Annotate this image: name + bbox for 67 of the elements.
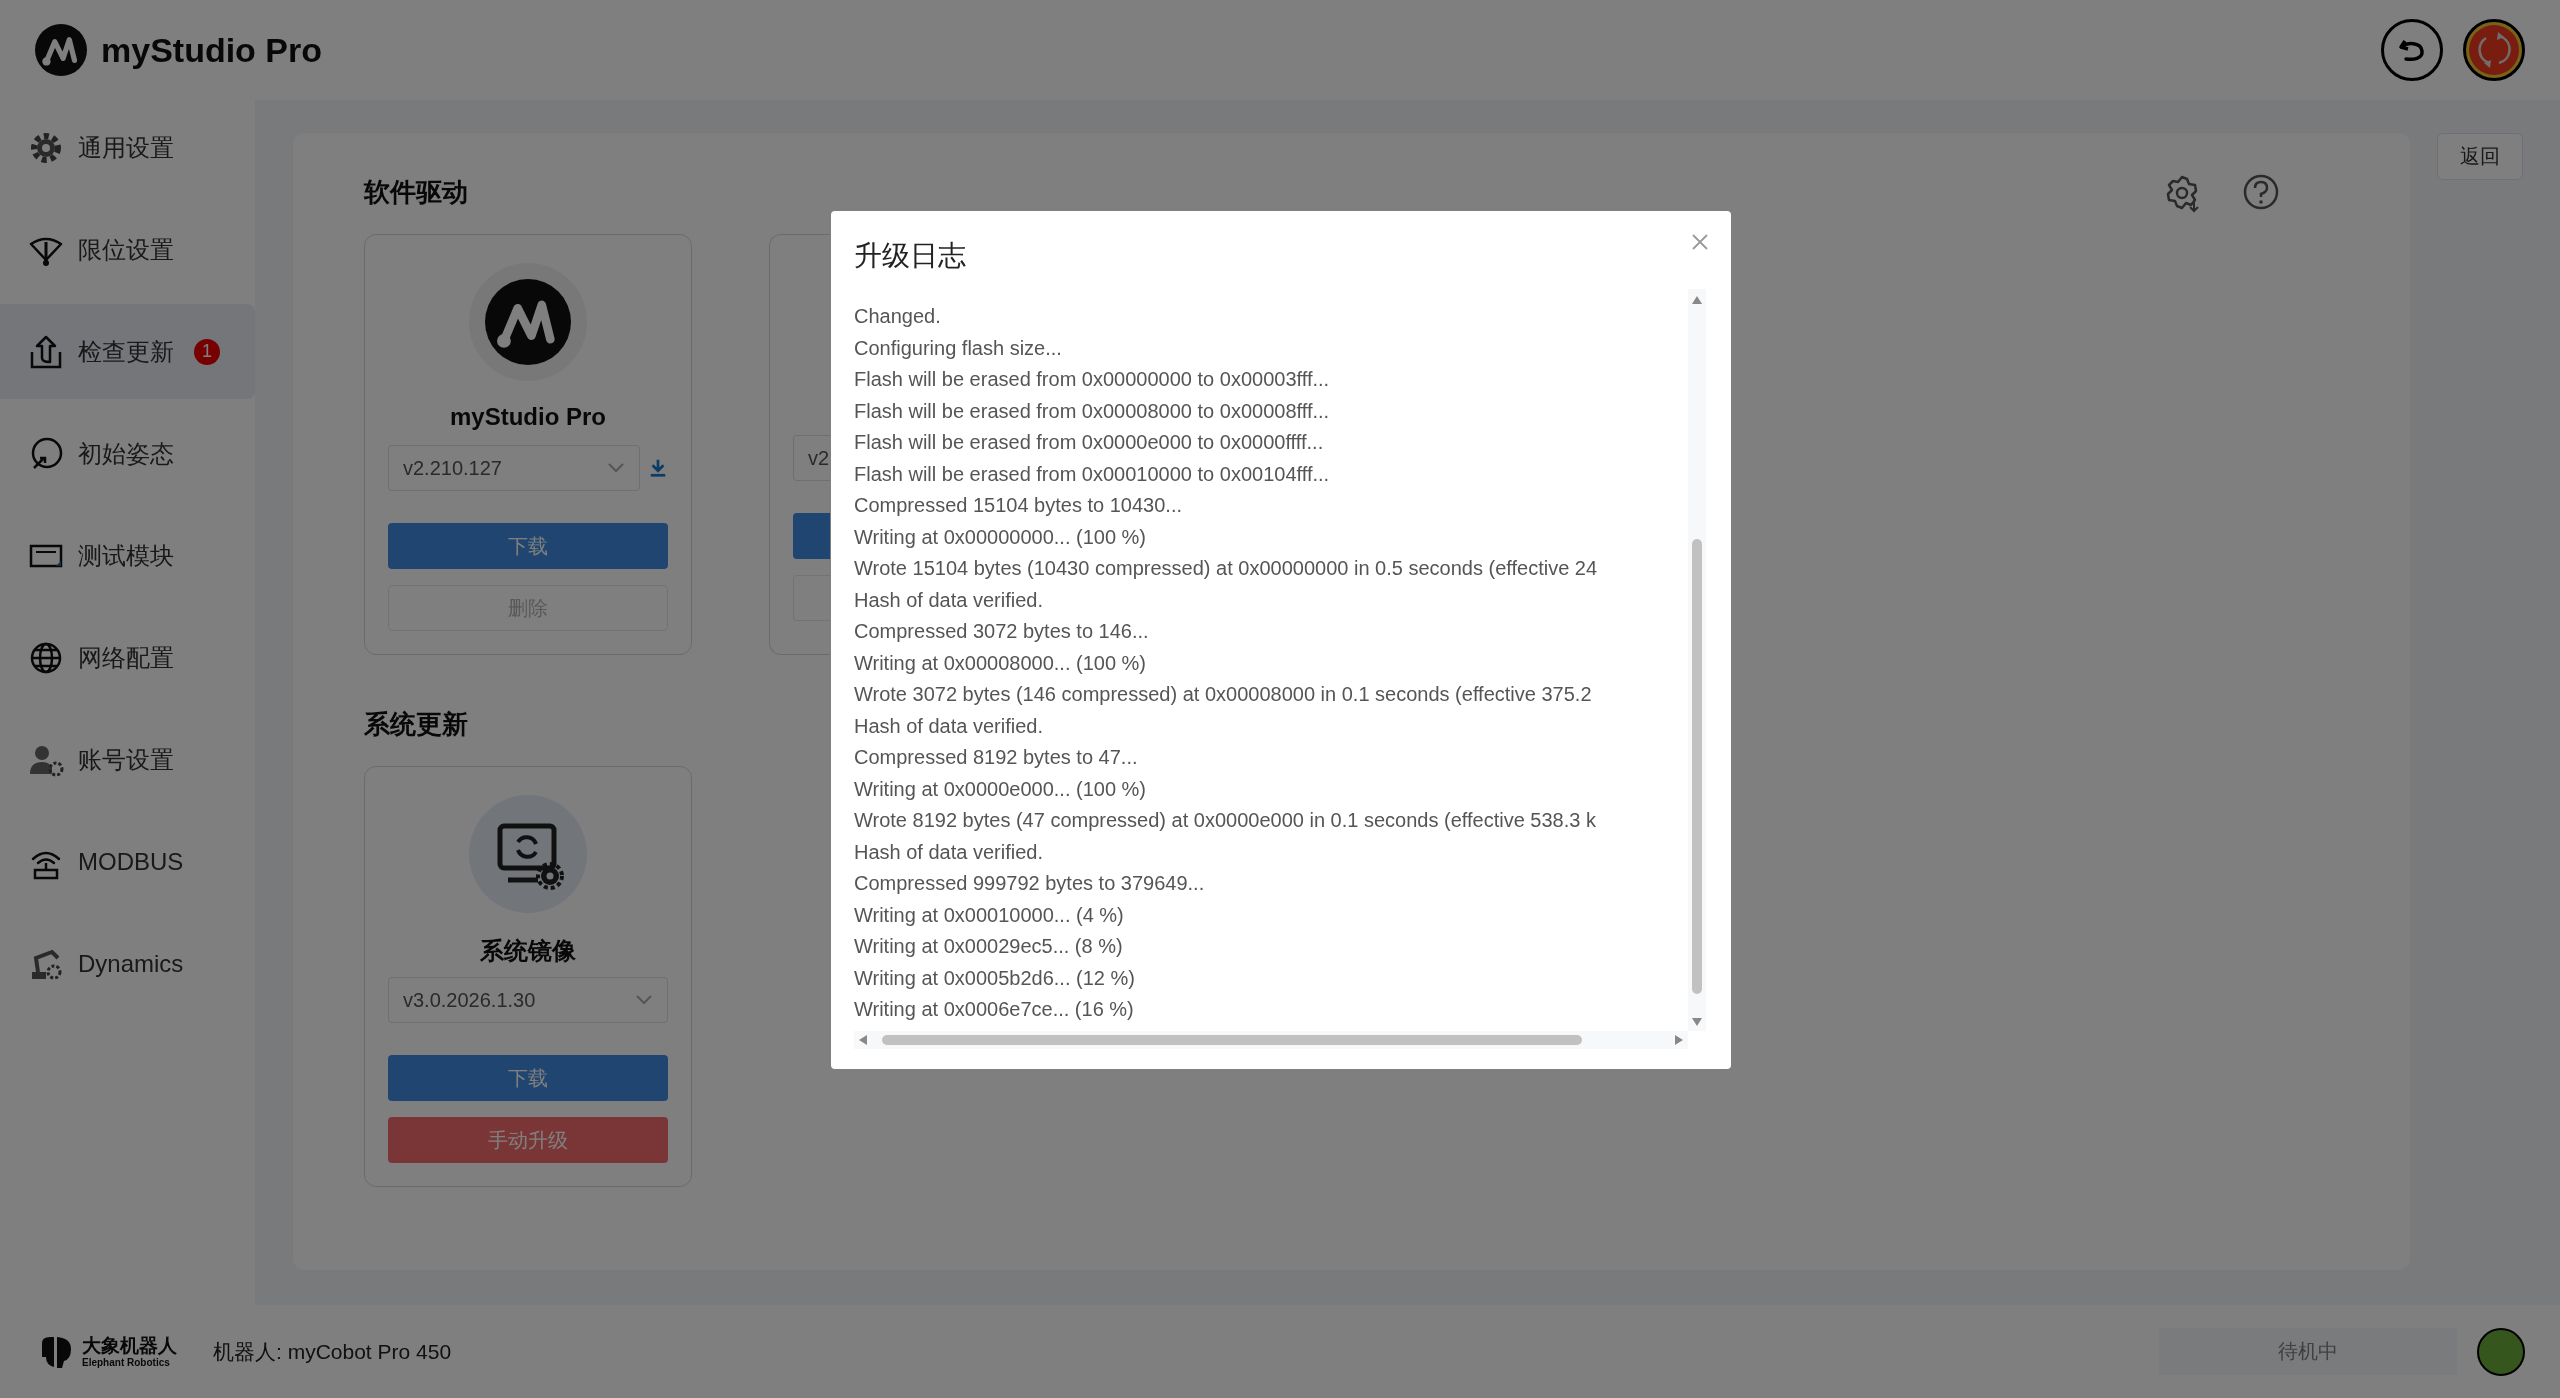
card-title: 系统镜像 [480, 936, 576, 965]
upload-icon [28, 333, 64, 370]
log-line: Writing at 0x00000000... (100 %) [854, 524, 1147, 550]
sidebar-item[interactable]: MODBUS [0, 814, 255, 909]
scroll-up-icon [1691, 295, 1703, 305]
log-line: Configuring flash size... [854, 335, 1062, 361]
log-line: Flash will be erased from 0x00010000 to 0x00104fff... [854, 461, 1330, 487]
download-button[interactable]: 下载 [388, 1055, 668, 1101]
robot-label: 机器人: myCobot Pro 450 [213, 1338, 452, 1365]
sidebar-item[interactable]: 网络配置 [0, 610, 255, 705]
log-line: Flash will be erased from 0x00008000 to 0x00008fff... [854, 398, 1330, 424]
log-line: Writing at 0x00010000... (4 %) [854, 902, 1124, 928]
scroll-down-icon [1691, 1017, 1703, 1027]
sidebar-item[interactable]: 通用设置 [0, 100, 255, 195]
dialog-title: 升级日志 [854, 239, 966, 273]
elephant-logo [40, 1334, 74, 1369]
status-light [2477, 1327, 2525, 1376]
log-line: Wrote 8192 bytes (47 compressed) at 0x0000e000 in 0.1 seconds (effective 538.3 k [854, 808, 1596, 833]
help-icon[interactable] [2242, 173, 2280, 211]
sidebar-item[interactable]: 测试模块 [0, 508, 255, 603]
download-icon[interactable] [648, 457, 668, 479]
log-line: Flash will be erased from 0x00000000 to 0x00003fff... [854, 367, 1330, 392]
log-line: Writing at 0x0000e000... (100 %) [854, 776, 1147, 802]
sidebar-item[interactable]: 初始姿态 [0, 406, 255, 501]
log-line: Compressed 8192 bytes to 47... [854, 745, 1138, 770]
chevron-down-icon [635, 994, 653, 1006]
manual-upgrade-button[interactable]: 手动升级 [388, 1117, 668, 1163]
log-line: Writing at 0x00008000... (100 %) [854, 650, 1147, 676]
brand-subtitle: Elephant Robotics [82, 1357, 171, 1368]
log-line: Wrote 3072 bytes (146 compressed) at 0x00008000 in 0.1 seconds (effective 375.2 [854, 682, 1592, 707]
log-line: Flash will be erased from 0x0000e000 to 0x0000ffff... [854, 430, 1324, 455]
close-button[interactable] [1691, 233, 1709, 251]
brand-name: 大象机器人 [82, 1335, 177, 1355]
version-select[interactable]: v3.0.2026.1.30 [388, 977, 668, 1023]
horizontal-scrollbar[interactable] [854, 1031, 1688, 1049]
section-title: 系统更新 [364, 708, 468, 741]
back-button[interactable]: 返回 [2437, 133, 2523, 180]
refresh-icon [2469, 25, 2519, 75]
log-line: Compressed 3072 bytes to 146... [854, 619, 1149, 644]
log-line: Wrote 15104 bytes (10430 compressed) at 0x00000000 in 0.5 seconds (effective 24 [854, 556, 1598, 581]
app-logo [35, 24, 87, 76]
log-line: Writing at 0x0005b2d6... (12 %) [854, 965, 1135, 991]
log-line: Writing at 0x00029ec5... (8 %) [854, 934, 1123, 959]
notification-badge: 1 [194, 338, 220, 365]
log-line: Hash of data verified. [854, 587, 1043, 613]
vertical-scrollbar[interactable] [1688, 289, 1706, 1031]
version-select[interactable]: v2.210.127 [388, 445, 640, 491]
sidebar-item[interactable]: Dynamics [0, 916, 255, 1011]
sidebar-item[interactable]: 账号设置 [0, 712, 255, 807]
status-button[interactable]: 待机中 [2159, 1328, 2457, 1375]
log-line: Compressed 15104 bytes to 10430... [854, 493, 1182, 518]
scroll-left-icon [858, 1034, 868, 1046]
log-line: Hash of data verified. [854, 839, 1043, 865]
app-title: myStudio Pro [101, 30, 323, 70]
download-button[interactable]: 下载 [388, 523, 668, 569]
log-line: Writing at 0x0006e7ce... (16 %) [854, 997, 1134, 1022]
section-title: 软件驱动 [364, 176, 468, 209]
log-line: Compressed 999792 bytes to 379649... [854, 871, 1205, 896]
card-title: myStudio Pro [450, 403, 606, 432]
scroll-right-icon [1674, 1034, 1684, 1046]
sidebar-item[interactable]: 限位设置 [0, 202, 255, 297]
log-line: Changed. [854, 304, 941, 329]
close-icon [1691, 233, 1709, 251]
log-line: Hash of data verified. [854, 713, 1043, 739]
sidebar-item[interactable]: 检查更新 1 [0, 304, 255, 399]
version-select[interactable]: v2 [793, 435, 830, 481]
chevron-down-icon [607, 462, 625, 474]
